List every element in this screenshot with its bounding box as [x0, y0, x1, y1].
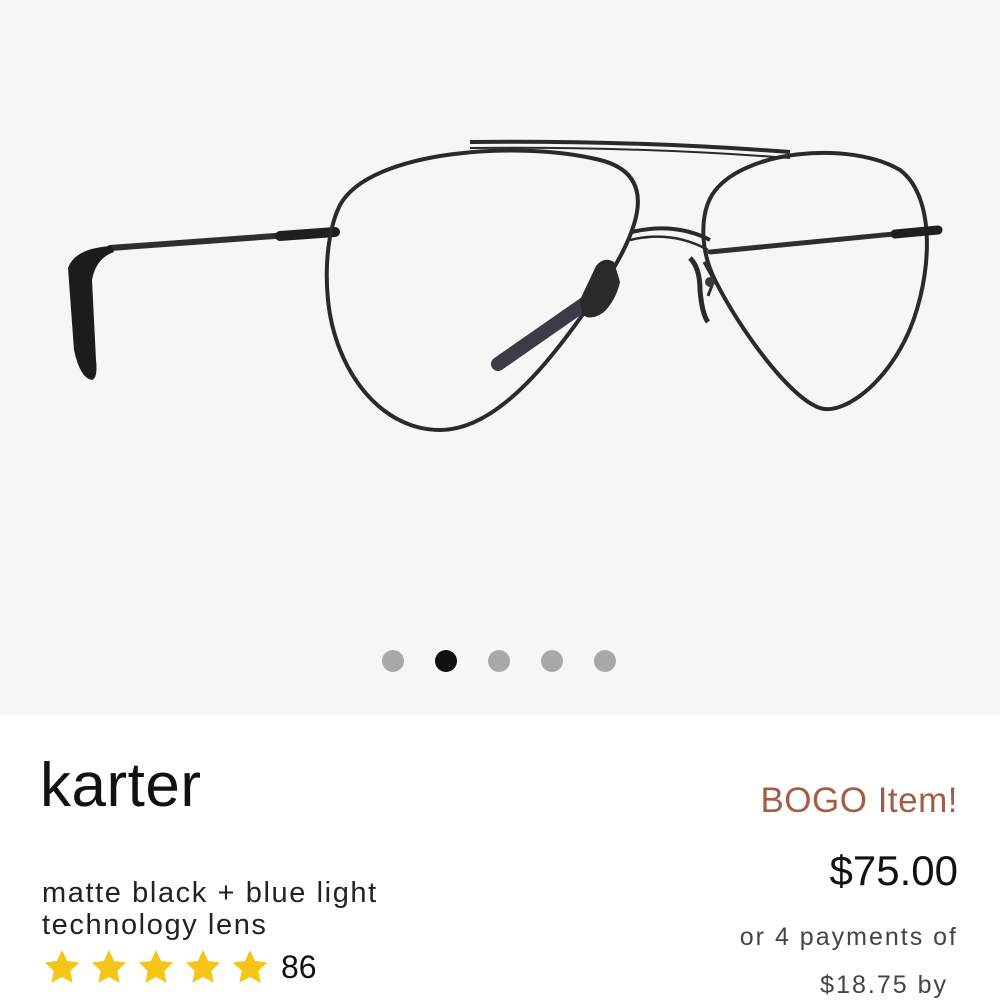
carousel-dot[interactable] [435, 650, 457, 672]
product-page: karter matte black + blue light technolo… [0, 0, 1000, 1000]
product-gallery[interactable] [0, 0, 1000, 715]
carousel-dot[interactable] [594, 650, 616, 672]
installment-amount: $18.75 by [820, 971, 948, 999]
product-name: karter [40, 751, 202, 820]
star-icon [183, 947, 223, 987]
product-rating[interactable]: 86 [42, 947, 317, 987]
carousel-dot[interactable] [382, 650, 404, 672]
carousel-dots [0, 650, 1000, 672]
installments-text: or 4 payments of [739, 923, 958, 951]
product-price: $75.00 [829, 847, 958, 894]
carousel-dot[interactable] [541, 650, 563, 672]
promo-badge: BOGO Item! [760, 781, 958, 820]
carousel-dot[interactable] [488, 650, 510, 672]
product-info: karter matte black + blue light technolo… [0, 715, 1000, 1000]
product-image[interactable] [0, 0, 1000, 640]
star-icon [136, 947, 176, 987]
product-variant: matte black + blue light technology lens [42, 877, 378, 941]
star-icon [89, 947, 129, 987]
star-icon [230, 947, 270, 987]
review-count[interactable]: 86 [281, 951, 317, 983]
star-icon [42, 947, 82, 987]
rating-stars [42, 947, 277, 987]
